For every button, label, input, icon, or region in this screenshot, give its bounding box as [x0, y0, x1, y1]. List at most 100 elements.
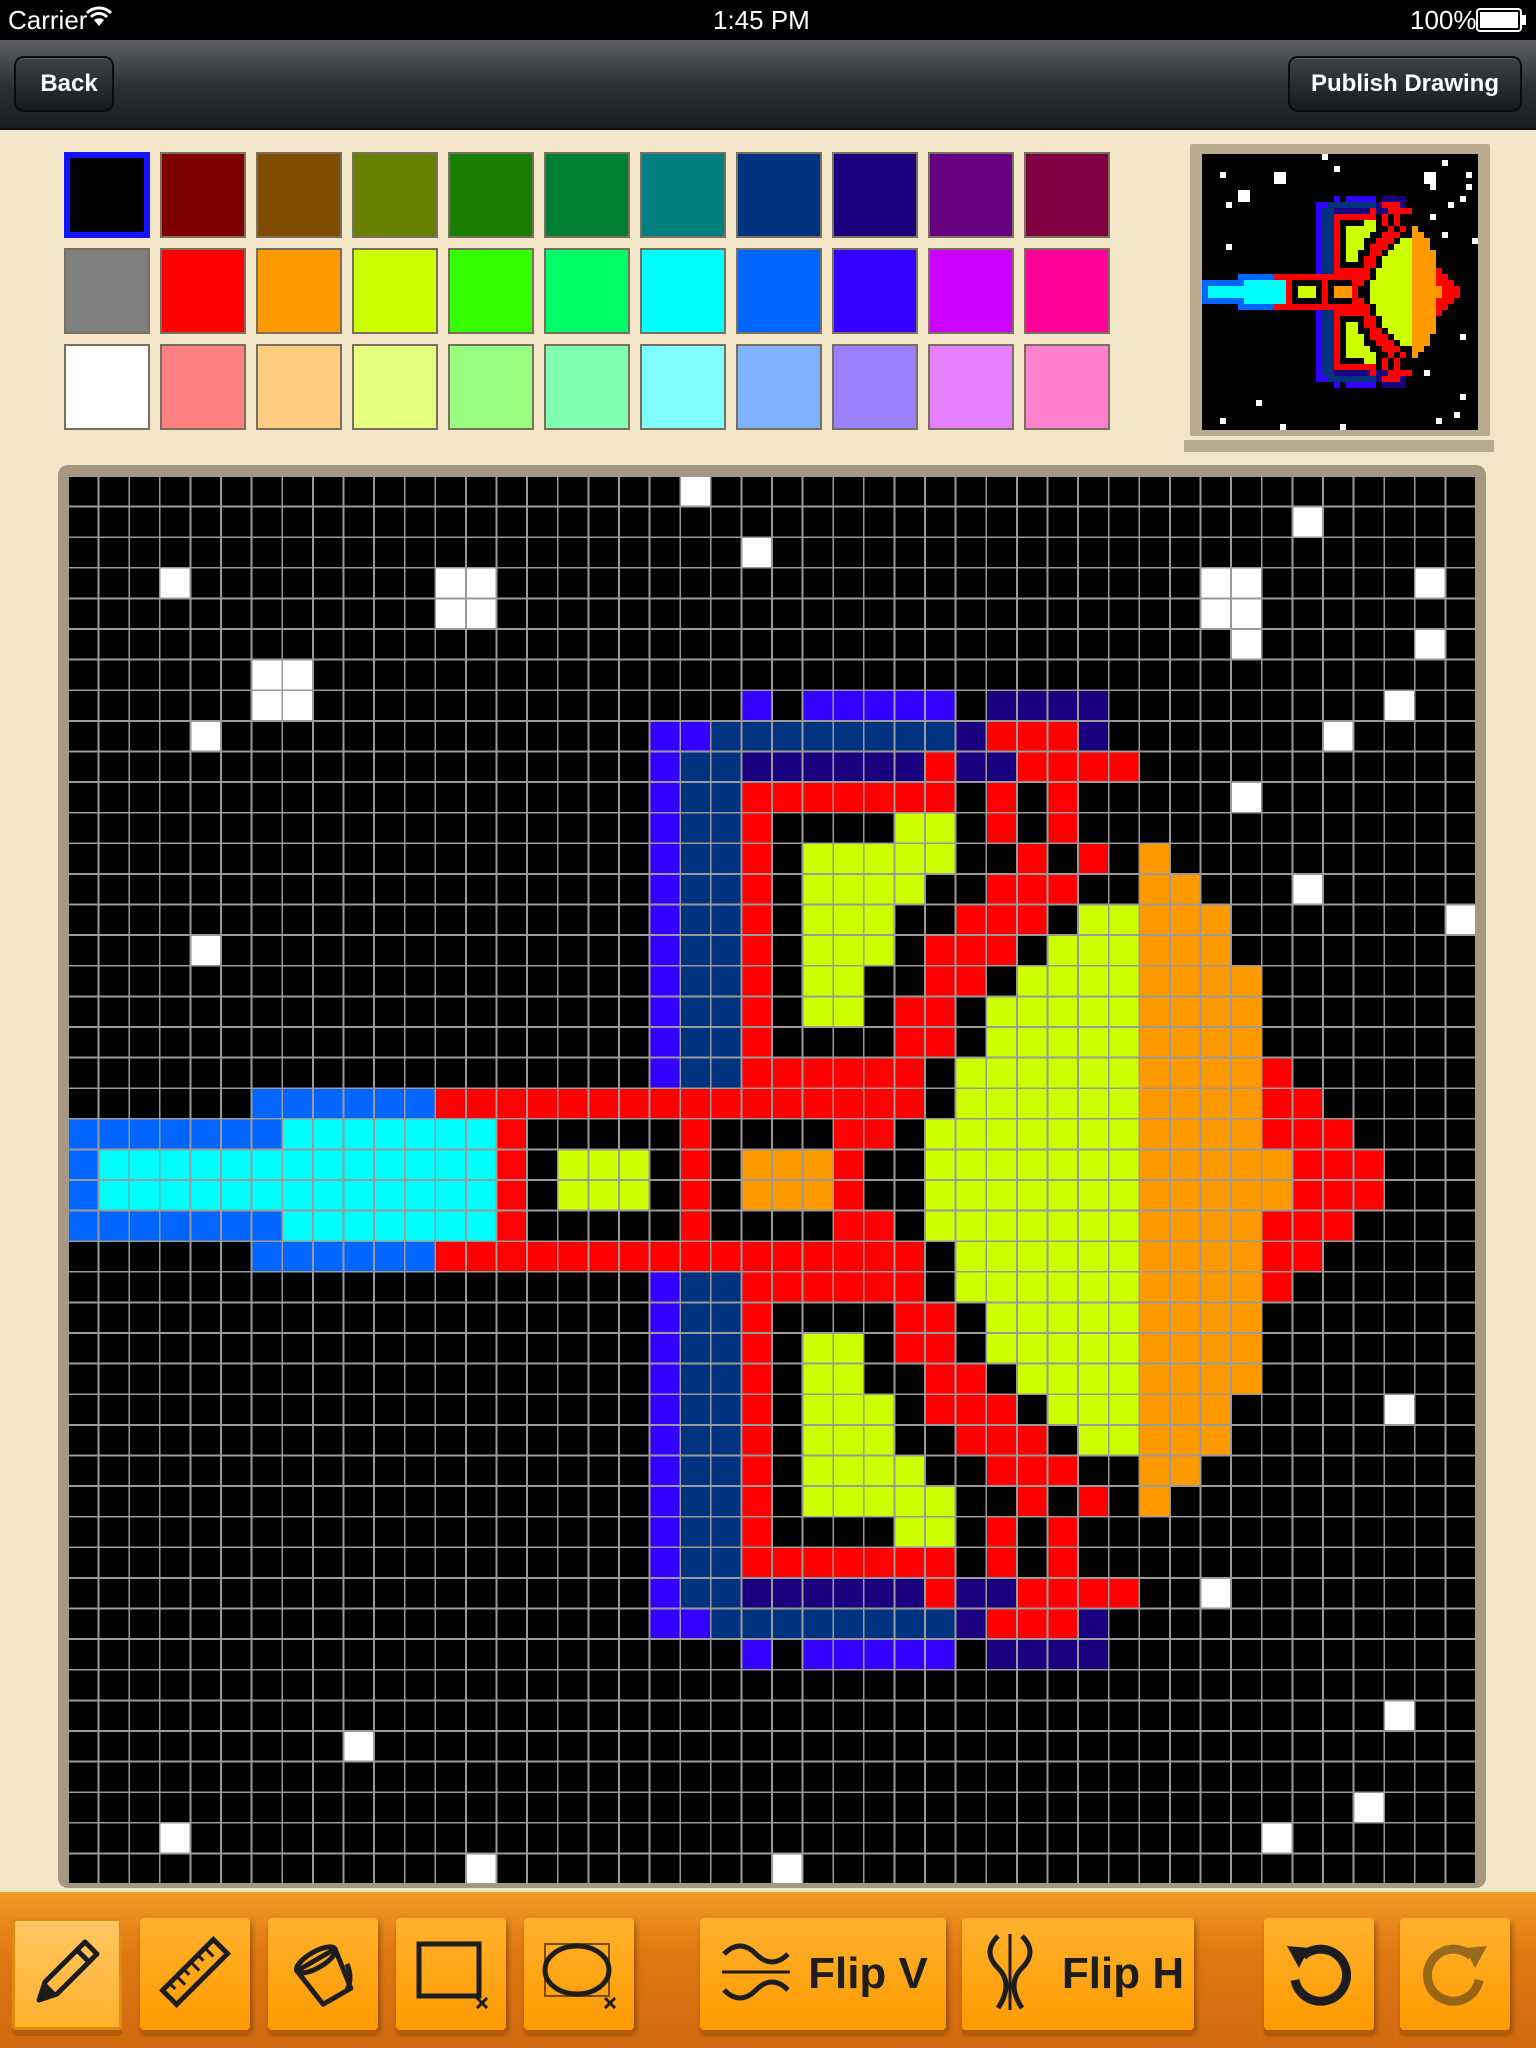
color-swatch[interactable]: [160, 344, 246, 430]
pixel: [1394, 298, 1400, 304]
pixel: [1256, 400, 1262, 406]
pixel: [710, 1516, 742, 1548]
redo-button[interactable]: [1400, 1918, 1510, 2030]
color-swatch[interactable]: [736, 152, 822, 238]
color-swatch[interactable]: [832, 152, 918, 238]
color-swatch[interactable]: [928, 344, 1014, 430]
pixel: [1430, 304, 1436, 310]
color-swatch[interactable]: [544, 152, 630, 238]
color-swatch[interactable]: [448, 248, 534, 334]
pixel: [1244, 304, 1250, 310]
pixel: [1232, 298, 1238, 304]
pixel: [1238, 304, 1244, 310]
pixel: [1244, 280, 1250, 286]
pixel: [1078, 1424, 1109, 1456]
pixel: [1322, 274, 1328, 280]
color-swatch[interactable]: [1024, 248, 1110, 334]
pixel: [802, 1639, 834, 1670]
pixel: [649, 1241, 681, 1272]
pixel: [772, 782, 803, 813]
undo-button[interactable]: [1264, 1918, 1374, 2030]
color-swatch[interactable]: [64, 344, 150, 430]
line-tool-button[interactable]: [140, 1918, 250, 2030]
color-swatch[interactable]: [448, 152, 534, 238]
pixel: [1016, 1210, 1048, 1242]
pixel: [1406, 310, 1412, 316]
pixel: [1442, 232, 1448, 238]
color-swatch[interactable]: [736, 248, 822, 334]
pencil-tool-button[interactable]: [12, 1918, 122, 2030]
color-swatch[interactable]: [736, 344, 822, 430]
pixel: [1016, 1577, 1048, 1609]
color-swatch[interactable]: [640, 248, 726, 334]
color-swatch[interactable]: [64, 248, 150, 334]
pixel: [1466, 184, 1472, 190]
pixel: [1352, 322, 1358, 328]
color-swatch[interactable]: [640, 152, 726, 238]
pixel: [404, 1088, 436, 1119]
pixel: [1406, 370, 1412, 376]
pixel: [1424, 292, 1430, 298]
pixel: [1214, 280, 1220, 286]
pixel: [1047, 812, 1079, 844]
pixel: [680, 1547, 711, 1578]
pixel: [1231, 1302, 1262, 1334]
color-swatch[interactable]: [1024, 152, 1110, 238]
pixel: [649, 1302, 681, 1334]
flip-horizontal-button[interactable]: Flip H: [962, 1918, 1194, 2030]
pixel: [282, 690, 313, 721]
rectangle-tool-button[interactable]: [396, 1918, 506, 2030]
pixel: [1108, 904, 1140, 936]
pixel: [863, 1577, 895, 1609]
pixel: [1358, 244, 1364, 250]
pixel: [1139, 1180, 1170, 1211]
pixel: [1169, 1026, 1201, 1058]
flip-vertical-button[interactable]: Flip V: [700, 1918, 946, 2030]
ellipse-tool-button[interactable]: [524, 1918, 634, 2030]
pixel: [1394, 202, 1400, 208]
color-swatch[interactable]: [352, 344, 438, 430]
color-swatch[interactable]: [928, 152, 1014, 238]
pixel: [863, 1486, 895, 1517]
pixel: [802, 1547, 834, 1578]
pixel: [1262, 280, 1268, 286]
color-swatch[interactable]: [160, 248, 246, 334]
pixel: [343, 1241, 375, 1272]
pixel: [1047, 1241, 1079, 1272]
color-swatch[interactable]: [640, 344, 726, 430]
color-swatch[interactable]: [352, 248, 438, 334]
pixel: [1370, 244, 1376, 250]
pixel: [710, 965, 742, 997]
pixel: [435, 1241, 466, 1272]
pixel: [1394, 196, 1400, 202]
pixel: [1231, 1180, 1262, 1211]
color-swatch[interactable]: [352, 152, 438, 238]
pixel: [1078, 1302, 1109, 1334]
pixel: [986, 751, 1017, 783]
back-button[interactable]: Back: [14, 56, 114, 112]
pixel-canvas[interactable]: [68, 476, 1476, 1884]
color-swatch[interactable]: [832, 248, 918, 334]
color-swatch[interactable]: [928, 248, 1014, 334]
color-swatch[interactable]: [256, 152, 342, 238]
pixel: [1214, 286, 1220, 292]
color-swatch[interactable]: [544, 248, 630, 334]
pixel: [925, 1149, 956, 1180]
color-swatch[interactable]: [544, 344, 630, 430]
fill-tool-button[interactable]: [268, 1918, 378, 2030]
pixel: [986, 1455, 1017, 1487]
pixel: [925, 843, 956, 874]
color-swatch[interactable]: [832, 344, 918, 430]
pixel: [1108, 1271, 1140, 1303]
pixel: [251, 1118, 283, 1150]
color-swatch[interactable]: [1024, 344, 1110, 430]
publish-drawing-button[interactable]: Publish Drawing: [1288, 56, 1522, 112]
color-swatch[interactable]: [448, 344, 534, 430]
color-swatch[interactable]: [64, 152, 150, 238]
color-swatch[interactable]: [256, 248, 342, 334]
color-swatch[interactable]: [160, 152, 246, 238]
pixel: [588, 1241, 619, 1272]
pixel: [741, 1149, 772, 1180]
pixel: [894, 1057, 926, 1089]
color-swatch[interactable]: [256, 344, 342, 430]
